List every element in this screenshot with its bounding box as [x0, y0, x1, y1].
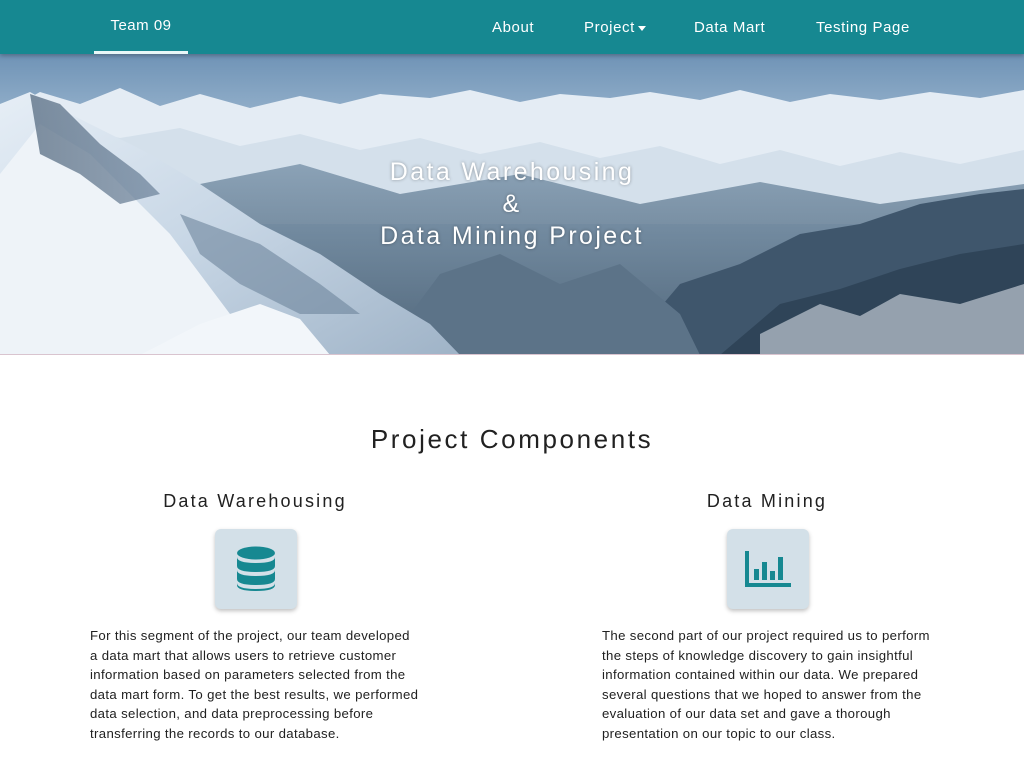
data-warehousing-icon-tile [215, 529, 297, 609]
hero-title-line-1: Data Warehousing [389, 158, 635, 186]
brand-link[interactable]: Team 09 [94, 0, 188, 54]
data-mining-icon-tile [727, 529, 809, 609]
nav-testing-page[interactable]: Testing Page [816, 0, 910, 54]
nav-testing-page-label: Testing Page [816, 18, 910, 36]
nav-about-label: About [492, 18, 535, 36]
hero-title-line-2: & [502, 190, 522, 218]
data-mining-title: Data Mining [706, 491, 828, 511]
database-icon [237, 546, 275, 591]
caret-down-icon [637, 25, 646, 31]
nav-data-mart[interactable]: Data Mart [694, 0, 765, 54]
data-mining-description: The second part of our project required … [602, 628, 930, 741]
nav-about[interactable]: About [492, 0, 534, 54]
navbar: Team 09 About Project Data Mart Testing … [0, 0, 1024, 54]
data-warehousing-title: Data Warehousing [163, 491, 347, 511]
data-warehousing-card: Data Warehousing For this segment of the… [90, 488, 420, 741]
nav-project-label: Project [584, 18, 635, 36]
section-title: Project Components [370, 424, 654, 454]
hero-banner: Data Warehousing & Data Mining Project [0, 54, 1024, 355]
nav-data-mart-label: Data Mart [694, 18, 766, 36]
bar-chart-icon [745, 551, 791, 587]
data-warehousing-description: For this segment of the project, our tea… [90, 628, 419, 741]
nav-project-dropdown[interactable]: Project [584, 0, 646, 54]
hero-title-line-3: Data Mining Project [380, 222, 644, 250]
hero-title: Data Warehousing & Data Mining Project [0, 156, 1024, 252]
data-mining-card: Data Mining The second part of our proje… [602, 488, 932, 741]
